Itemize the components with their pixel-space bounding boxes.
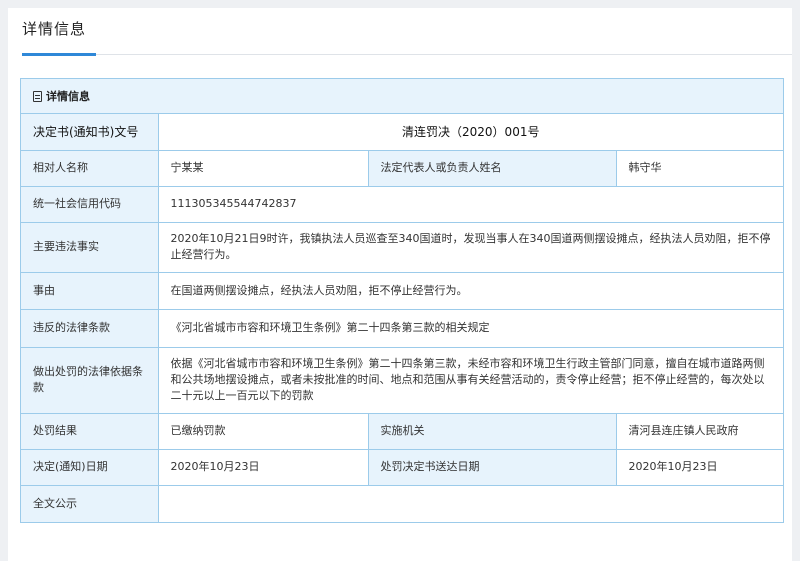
violated-law-label: 违反的法律条款	[21, 309, 159, 348]
table-row: 决定(通知)日期 2020年10月23日 处罚决定书送达日期 2020年10月2…	[21, 449, 783, 486]
table-row: 全文公示	[21, 485, 783, 522]
full-text-label: 全文公示	[21, 485, 159, 522]
decision-no-value: 清连罚决（2020）001号	[158, 114, 783, 151]
party-name-label: 相对人名称	[21, 150, 159, 187]
panel-header: 详情信息	[21, 79, 783, 114]
full-text-value	[158, 485, 783, 522]
table-row: 决定书(通知书)文号 清连罚决（2020）001号	[21, 114, 783, 151]
table-row: 事由 在国道两侧摆设摊点，经执法人员劝阻，拒不停止经营行为。	[21, 272, 783, 310]
penalty-basis-label: 做出处罚的法律依据条款	[21, 347, 159, 414]
table-row: 相对人名称 宁某某 法定代表人或负责人姓名 韩守华	[21, 150, 783, 187]
title-divider	[22, 54, 792, 55]
table-row: 主要违法事实 2020年10月21日9时许，我镇执法人员巡查至340国道时，发现…	[21, 222, 783, 273]
legal-rep-value: 韩守华	[616, 150, 783, 187]
party-name-value: 宁某某	[158, 150, 369, 187]
legal-rep-label: 法定代表人或负责人姓名	[368, 150, 617, 187]
detail-table: 决定书(通知书)文号 清连罚决（2020）001号 相对人名称 宁某某 法定代表…	[21, 114, 783, 522]
result-value: 已缴纳罚款	[158, 413, 369, 450]
page-title: 详情信息	[22, 20, 87, 38]
table-row: 违反的法律条款 《河北省城市市容和环境卫生条例》第二十四条第三款的相关规定	[21, 309, 783, 348]
decision-no-label: 决定书(通知书)文号	[21, 114, 159, 151]
penalty-basis-value: 依据《河北省城市市容和环境卫生条例》第二十四条第三款，未经市容和环境卫生行政主管…	[158, 347, 783, 414]
decision-date-value: 2020年10月23日	[158, 449, 369, 486]
reason-label: 事由	[21, 272, 159, 310]
agency-label: 实施机关	[368, 413, 617, 450]
delivery-date-value: 2020年10月23日	[616, 449, 783, 486]
table-row: 处罚结果 已缴纳罚款 实施机关 清河县连庄镇人民政府	[21, 413, 783, 450]
detail-page: 详情信息 详情信息 决定书(通知书)文号 清连罚决（2020）001号 相对人名…	[8, 8, 792, 561]
title-accent-bar	[22, 53, 96, 56]
violation-facts-value: 2020年10月21日9时许，我镇执法人员巡查至340国道时，发现当事人在340…	[158, 222, 783, 273]
table-row: 统一社会信用代码 111305345544742837	[21, 186, 783, 223]
delivery-date-label: 处罚决定书送达日期	[368, 449, 617, 486]
table-row: 做出处罚的法律依据条款 依据《河北省城市市容和环境卫生条例》第二十四条第三款，未…	[21, 347, 783, 414]
reason-value: 在国道两侧摆设摊点，经执法人员劝阻，拒不停止经营行为。	[158, 272, 783, 310]
violation-facts-label: 主要违法事实	[21, 222, 159, 273]
credit-code-value: 111305345544742837	[158, 186, 783, 223]
detail-panel: 详情信息 决定书(通知书)文号 清连罚决（2020）001号 相对人名称 宁某某…	[20, 78, 784, 523]
panel-header-title: 详情信息	[46, 90, 90, 103]
violated-law-value: 《河北省城市市容和环境卫生条例》第二十四条第三款的相关规定	[158, 309, 783, 348]
result-label: 处罚结果	[21, 413, 159, 450]
credit-code-label: 统一社会信用代码	[21, 186, 159, 223]
decision-date-label: 决定(通知)日期	[21, 449, 159, 486]
document-icon	[33, 90, 42, 102]
agency-value: 清河县连庄镇人民政府	[616, 413, 783, 450]
